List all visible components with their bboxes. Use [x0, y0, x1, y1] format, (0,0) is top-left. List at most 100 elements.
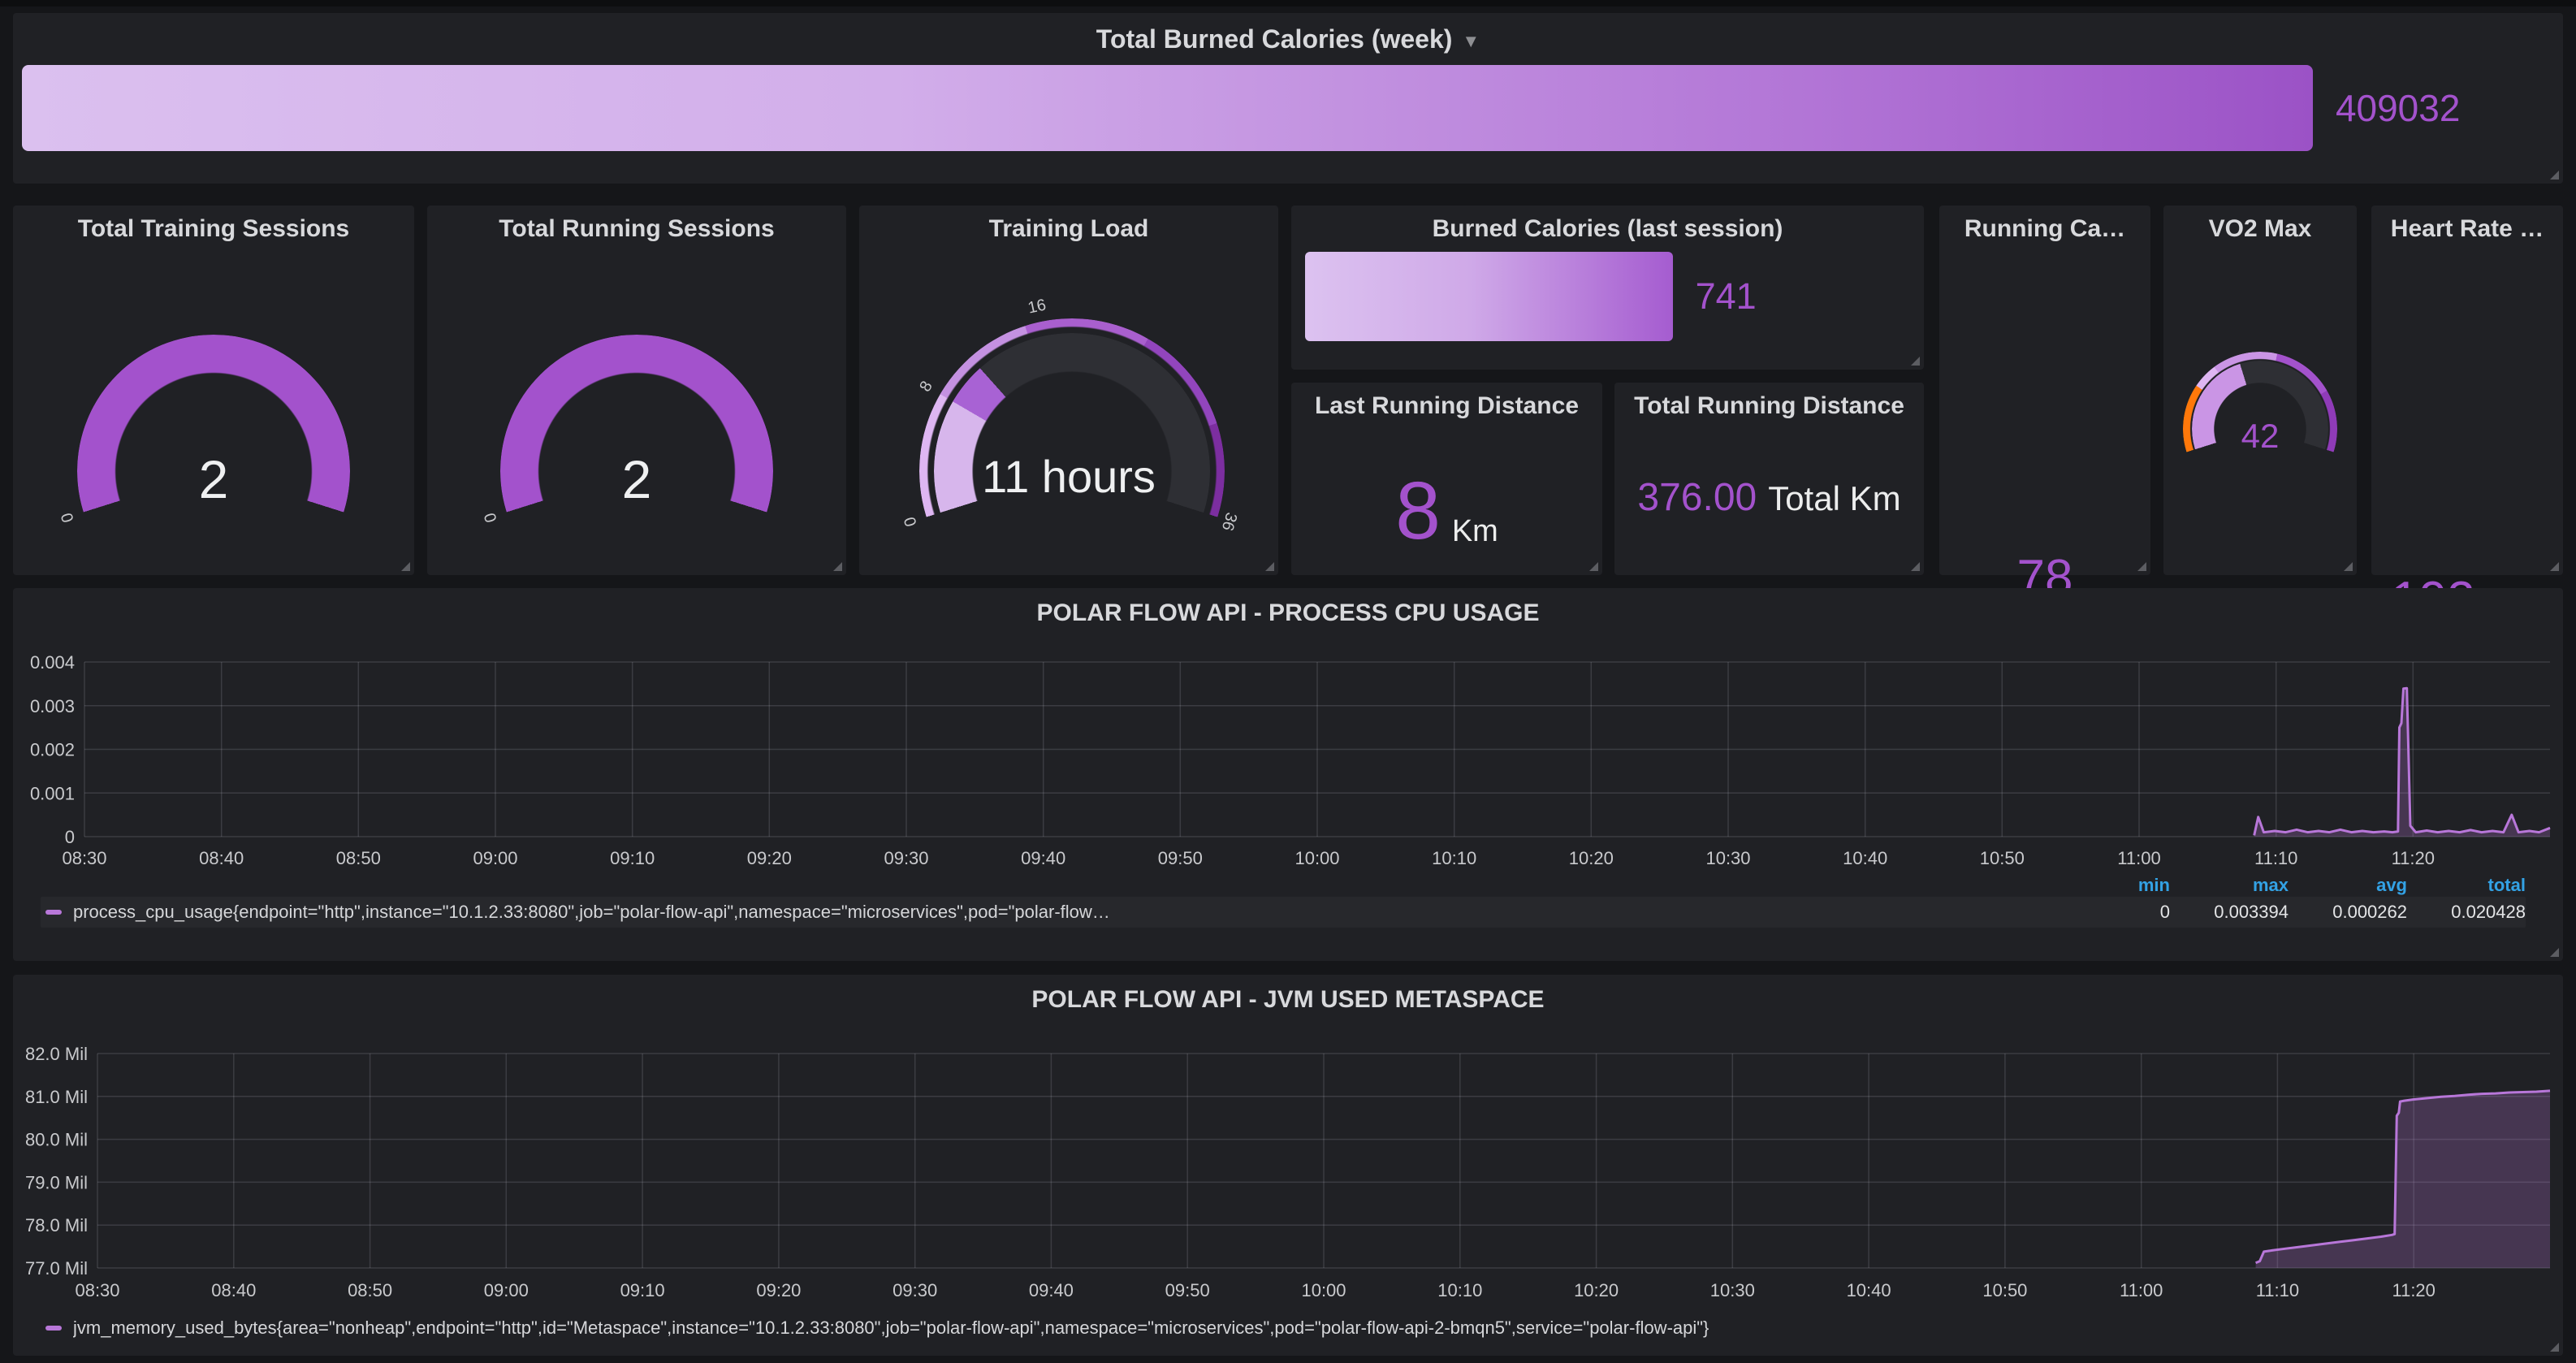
- legend-stat-max: 0.003394: [2170, 902, 2289, 923]
- last-distance-unit: Km: [1452, 516, 1498, 552]
- svg-text:79.0 Mil: 79.0 Mil: [25, 1172, 88, 1192]
- svg-text:09:40: 09:40: [1029, 1280, 1074, 1300]
- legend-stat-avg: 0.000262: [2289, 902, 2407, 923]
- series-color-swatch-icon: [45, 910, 62, 915]
- legend-series-metaspace[interactable]: jvm_memory_used_bytes{area="nonheap",end…: [41, 1318, 2526, 1339]
- panel-title-text: Total Running Distance: [1634, 392, 1904, 419]
- svg-text:11:00: 11:00: [2117, 848, 2160, 868]
- bar-gauge-fill: [22, 65, 2313, 151]
- svg-text:09:50: 09:50: [1165, 1280, 1210, 1300]
- panel-last-running-distance: Last Running Distance 8 Km: [1291, 383, 1602, 575]
- panel-resize-handle[interactable]: [833, 562, 842, 571]
- panel-title-burned-calories[interactable]: Burned Calories (last session): [1291, 215, 1924, 243]
- svg-text:08:50: 08:50: [348, 1280, 392, 1300]
- svg-text:11:00: 11:00: [2120, 1280, 2163, 1300]
- svg-text:10:40: 10:40: [1843, 848, 1887, 868]
- legend-header-avg[interactable]: avg: [2289, 875, 2407, 896]
- panel-running-cadence: Running Ca… 78 steps/min: [1939, 206, 2150, 575]
- svg-text:09:40: 09:40: [1021, 848, 1065, 868]
- gauge-tick-16: 16: [1027, 296, 1048, 318]
- panel-title-training-sessions[interactable]: Total Training Sessions: [13, 215, 414, 243]
- panel-resize-handle[interactable]: [2550, 171, 2559, 180]
- panel-title-text: Heart Rate …: [2391, 215, 2544, 242]
- svg-text:08:30: 08:30: [75, 1280, 119, 1300]
- panel-title-total-running-distance[interactable]: Total Running Distance: [1614, 392, 1924, 420]
- svg-text:09:10: 09:10: [610, 848, 655, 868]
- panel-title-training-load[interactable]: Training Load: [859, 215, 1278, 243]
- panel-title-text: Total Training Sessions: [78, 215, 350, 242]
- training-sessions-value: 2: [13, 452, 414, 506]
- legend-header-total[interactable]: total: [2407, 875, 2526, 896]
- last-distance-value: 8: [1395, 470, 1441, 552]
- svg-text:11:20: 11:20: [2392, 1280, 2435, 1300]
- panel-total-training-sessions: Total Training Sessions 0 2: [13, 206, 414, 575]
- panel-resize-handle[interactable]: [1911, 562, 1920, 571]
- metaspace-plot[interactable]: 08:3008:4008:5009:0009:1009:2009:3009:40…: [13, 975, 2563, 1308]
- panel-title-running-sessions[interactable]: Total Running Sessions: [427, 215, 846, 243]
- panel-title-heart-rate[interactable]: Heart Rate …: [2371, 215, 2563, 243]
- panel-resize-handle[interactable]: [1911, 357, 1920, 366]
- panel-vo2-max: VO2 Max 42: [2163, 206, 2357, 575]
- svg-text:10:10: 10:10: [1432, 848, 1476, 868]
- bar-gauge-value: 741: [1696, 275, 1757, 318]
- svg-text:09:00: 09:00: [484, 1280, 529, 1300]
- bar-gauge-fill: [1305, 252, 1673, 341]
- svg-text:08:40: 08:40: [211, 1280, 256, 1300]
- svg-text:10:00: 10:00: [1294, 848, 1339, 868]
- panel-resize-handle[interactable]: [2137, 562, 2146, 571]
- bar-gauge-last-session: 741: [1305, 252, 1908, 341]
- cpu-usage-plot[interactable]: 08:3008:4008:5009:0009:1009:2009:3009:40…: [13, 588, 2563, 872]
- panel-jvm-used-metaspace: POLAR FLOW API - JVM USED METASPACE 08:3…: [13, 975, 2563, 1356]
- legend-stat-total: 0.020428: [2407, 902, 2526, 923]
- panel-resize-handle[interactable]: [1265, 562, 1274, 571]
- page-top-strip: [0, 0, 2576, 6]
- svg-text:81.0 Mil: 81.0 Mil: [25, 1087, 88, 1107]
- svg-text:09:20: 09:20: [747, 848, 792, 868]
- panel-title-vo2-max[interactable]: VO2 Max: [2163, 215, 2357, 243]
- bar-gauge-week-calories: 409032: [22, 65, 2526, 151]
- legend-stat-min: 0: [2051, 902, 2170, 923]
- series-color-swatch-icon: [45, 1326, 62, 1331]
- metaspace-legend: jvm_memory_used_bytes{area="nonheap",end…: [41, 1314, 2526, 1342]
- vo2-value: 42: [2163, 419, 2357, 453]
- svg-text:0: 0: [65, 827, 75, 847]
- panel-burned-calories-last-session: Burned Calories (last session) 741: [1291, 206, 1924, 370]
- panel-resize-handle[interactable]: [2550, 948, 2559, 957]
- gauge-min-label: 0: [481, 510, 501, 524]
- panel-total-running-sessions: Total Running Sessions 0 2: [427, 206, 846, 575]
- svg-text:09:30: 09:30: [884, 848, 928, 868]
- svg-text:10:10: 10:10: [1437, 1280, 1482, 1300]
- legend-header-max[interactable]: max: [2170, 875, 2289, 896]
- svg-text:09:50: 09:50: [1158, 848, 1203, 868]
- bar-gauge-value: 409032: [2336, 86, 2461, 130]
- panel-menu-caret-icon[interactable]: ▼: [1462, 31, 1480, 51]
- panel-total-running-distance: Total Running Distance 376.00 Total Km: [1614, 383, 1924, 575]
- svg-text:08:30: 08:30: [62, 848, 106, 868]
- svg-text:11:10: 11:10: [2254, 848, 2297, 868]
- svg-text:09:30: 09:30: [893, 1280, 937, 1300]
- legend-series-cpu[interactable]: process_cpu_usage{endpoint="http",instan…: [41, 902, 2051, 923]
- svg-text:08:40: 08:40: [199, 848, 244, 868]
- panel-title-last-running-distance[interactable]: Last Running Distance: [1291, 392, 1602, 420]
- panel-resize-handle[interactable]: [2550, 562, 2559, 571]
- legend-header-min[interactable]: min: [2051, 875, 2170, 896]
- svg-text:82.0 Mil: 82.0 Mil: [25, 1044, 88, 1064]
- panel-resize-handle[interactable]: [2550, 1343, 2559, 1352]
- panel-title-total-burned-calories[interactable]: Total Burned Calories (week)▼: [13, 24, 2563, 54]
- panel-title-running-cadence[interactable]: Running Ca…: [1939, 215, 2150, 243]
- legend-series-name: process_cpu_usage{endpoint="http",instan…: [73, 902, 1110, 923]
- panel-title-text: Training Load: [989, 215, 1149, 242]
- svg-text:09:00: 09:00: [473, 848, 517, 868]
- svg-text:10:30: 10:30: [1705, 848, 1750, 868]
- panel-resize-handle[interactable]: [401, 562, 410, 571]
- cpu-legend: min max avg total process_cpu_usage{endp…: [41, 874, 2526, 928]
- panel-title-text: Running Ca…: [1964, 215, 2125, 242]
- panel-resize-handle[interactable]: [2344, 562, 2353, 571]
- panel-title-text: VO2 Max: [2209, 215, 2312, 242]
- total-distance-unit: Total Km: [1768, 482, 1900, 516]
- panel-resize-handle[interactable]: [1589, 562, 1598, 571]
- svg-text:09:10: 09:10: [620, 1280, 665, 1300]
- svg-text:0.004: 0.004: [30, 652, 75, 673]
- svg-text:11:10: 11:10: [2256, 1280, 2299, 1300]
- gauge-min-label: 0: [58, 510, 78, 524]
